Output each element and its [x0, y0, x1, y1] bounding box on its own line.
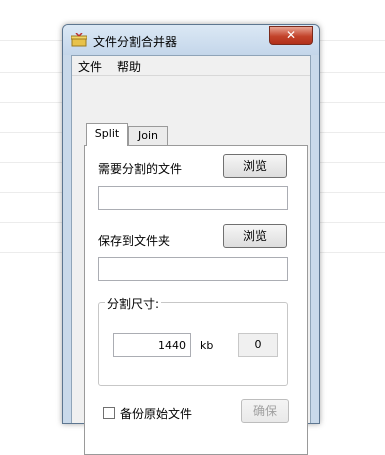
client-area: 文件 帮助 Split Join 需要分割的文件 浏览 保存到文件夹 浏览 分割…	[71, 55, 311, 455]
backup-checkbox[interactable]	[103, 407, 115, 419]
window-title: 文件分割合并器	[93, 35, 178, 49]
dest-folder-input[interactable]	[98, 257, 288, 281]
app-window: 文件分割合并器 ✕ 文件 帮助 Split Join 需要分割的文件 浏览 保存…	[62, 24, 320, 455]
split-size-group: 分割尺寸: kb 0	[98, 295, 288, 386]
confirm-button[interactable]: 确保	[241, 399, 289, 423]
tab-join[interactable]: Join	[128, 126, 168, 145]
menu-help[interactable]: 帮助	[117, 58, 141, 75]
title-bar[interactable]: 文件分割合并器 ✕	[63, 25, 319, 55]
close-icon: ✕	[285, 28, 297, 42]
source-file-label: 需要分割的文件	[98, 162, 183, 176]
size-unit-label: kb	[200, 339, 214, 352]
menu-bar: 文件 帮助	[72, 56, 310, 76]
backup-label: 备份原始文件	[120, 407, 193, 421]
menu-file[interactable]: 文件	[78, 58, 102, 75]
tab-split[interactable]: Split	[86, 123, 128, 146]
app-icon	[71, 33, 87, 47]
browse-source-button[interactable]: 浏览	[223, 154, 287, 178]
close-button[interactable]: ✕	[269, 26, 313, 45]
split-size-label: 分割尺寸:	[105, 295, 162, 312]
parts-count-display: 0	[238, 333, 278, 357]
split-panel: 需要分割的文件 浏览 保存到文件夹 浏览 分割尺寸: kb 0 备份原始文件 确…	[84, 145, 308, 455]
split-size-input[interactable]	[113, 333, 191, 357]
browse-dest-button[interactable]: 浏览	[223, 224, 287, 248]
source-file-input[interactable]	[98, 186, 288, 210]
dest-folder-label: 保存到文件夹	[98, 234, 171, 248]
